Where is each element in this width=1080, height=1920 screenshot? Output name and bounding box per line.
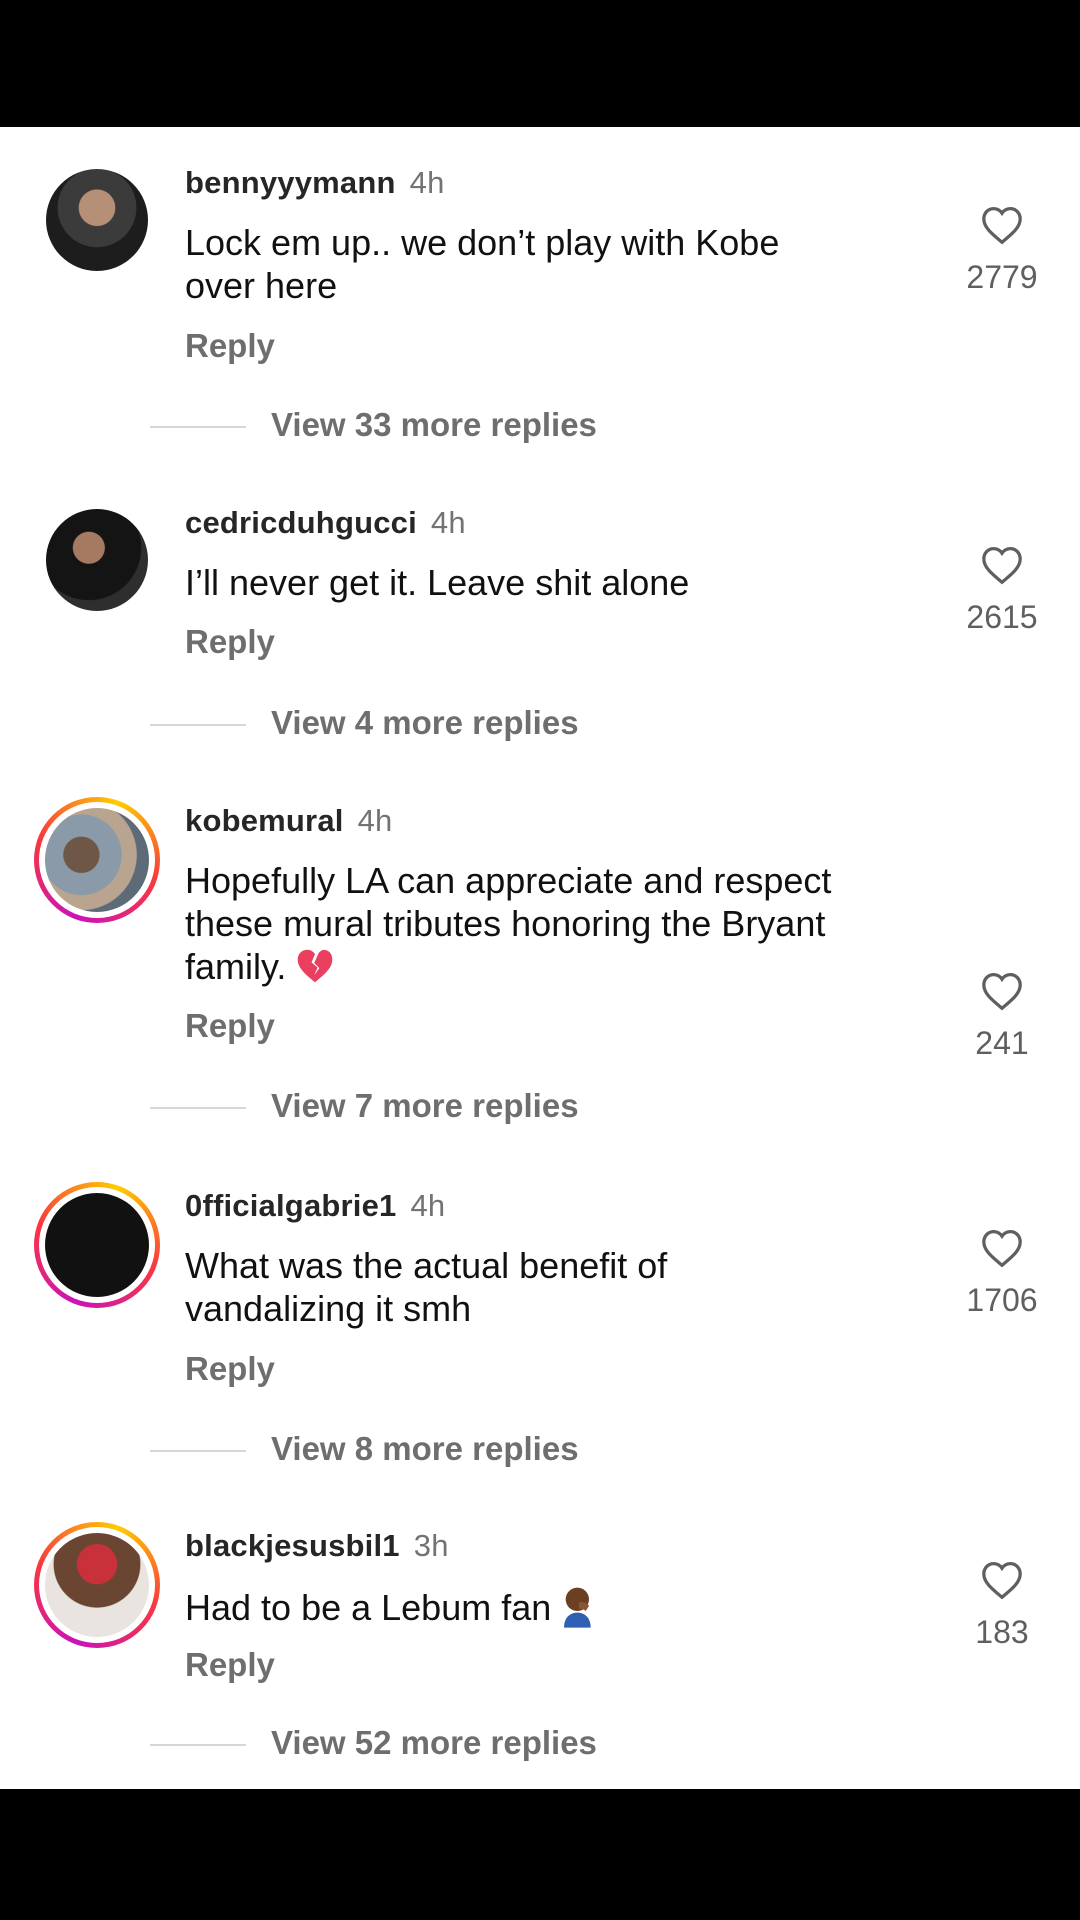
avatar-with-story-ring[interactable] (34, 1522, 160, 1648)
reply-button[interactable]: Reply (185, 623, 275, 661)
comment-text-line: What was the actual benefit of (185, 1245, 668, 1286)
divider (150, 1744, 246, 1746)
comment-time: 4h (430, 505, 466, 540)
comment-time: 4h (410, 1188, 446, 1223)
like-button[interactable]: 183 (950, 1560, 1054, 1651)
comment-text-line: over here (185, 265, 338, 306)
reply-button[interactable]: Reply (185, 327, 275, 365)
comment-text-line: family. (185, 946, 287, 987)
comment-text: Hopefully LA can appreciate and respect … (185, 859, 935, 993)
username[interactable]: kobemural (185, 803, 344, 838)
comment-text: Had to be a Lebum fan (185, 1584, 935, 1637)
comment-text-line-wrap: Had to be a Lebum fan (185, 1584, 935, 1637)
heart-outline-icon (982, 206, 1022, 245)
comment-username-line: bennyyymann 4h (185, 165, 445, 201)
avatar-image (46, 509, 148, 611)
divider (150, 1107, 246, 1109)
comment-text-line: these mural tributes honoring the Bryant (185, 903, 826, 944)
like-count: 2779 (966, 259, 1038, 295)
comments-list: bennyyymann 4h Lock em up.. we don’t play… (0, 127, 1080, 1789)
username[interactable]: bennyyymann (185, 165, 396, 200)
avatar[interactable] (46, 509, 148, 611)
avatar-image (45, 1193, 149, 1297)
username[interactable]: cedricduhgucci (185, 505, 417, 540)
username[interactable]: 0fficialgabrie1 (185, 1188, 396, 1223)
heart-outline-icon (982, 1561, 1022, 1600)
reply-button[interactable]: Reply (185, 1646, 275, 1684)
comment-username-line: cedricduhgucci 4h (185, 505, 466, 541)
comment-text-line: Hopefully LA can appreciate and respect (185, 860, 832, 901)
comment-text: Lock em up.. we don’t play with Kobe ove… (185, 221, 935, 307)
heart-outline-icon (982, 546, 1022, 585)
view-more-replies-label: View 8 more replies (271, 1430, 579, 1467)
comment-text-line-last: family. (185, 945, 935, 993)
like-button[interactable]: 2779 (950, 205, 1054, 296)
view-more-replies-label: View 4 more replies (271, 704, 579, 741)
person-facepalming-icon (559, 1584, 599, 1637)
view-more-replies-label: View 7 more replies (271, 1087, 579, 1124)
heart-outline-icon (982, 972, 1022, 1011)
like-button[interactable]: 241 (950, 971, 1054, 1062)
reply-button[interactable]: Reply (185, 1007, 275, 1045)
avatar-image (45, 1533, 149, 1637)
comment-username-line: kobemural 4h (185, 803, 392, 839)
heart-outline-icon (982, 1229, 1022, 1268)
divider (150, 426, 246, 428)
avatar-image (45, 808, 149, 912)
avatar[interactable] (46, 169, 148, 271)
comment-text-line: I’ll never get it. Leave shit alone (185, 562, 690, 603)
like-count: 183 (975, 1614, 1029, 1650)
like-button[interactable]: 2615 (950, 545, 1054, 636)
reply-button[interactable]: Reply (185, 1350, 275, 1388)
view-more-replies-label: View 52 more replies (271, 1724, 597, 1761)
comment-text-line: Lock em up.. we don’t play with Kobe (185, 222, 780, 263)
bottom-black-bar (0, 1789, 1080, 1920)
like-count: 241 (975, 1025, 1029, 1061)
like-count: 1706 (966, 1282, 1038, 1318)
avatar-image (46, 169, 148, 271)
comment-time: 3h (413, 1528, 449, 1563)
avatar-with-story-ring[interactable] (34, 797, 160, 923)
avatar-with-story-ring[interactable] (34, 1182, 160, 1308)
like-count: 2615 (966, 599, 1038, 635)
comment-time: 4h (409, 165, 445, 200)
comment-text-line: vandalizing it smh (185, 1288, 472, 1329)
comment-text: What was the actual benefit of vandalizi… (185, 1244, 935, 1330)
comment-username-line: 0fficialgabrie1 4h (185, 1188, 445, 1224)
comment-username-line: blackjesusbil1 3h (185, 1528, 449, 1564)
divider (150, 1450, 246, 1452)
top-black-bar (0, 0, 1080, 127)
comment-text: I’ll never get it. Leave shit alone (185, 561, 935, 604)
username[interactable]: blackjesusbil1 (185, 1528, 400, 1563)
comment-text-line: Had to be a Lebum fan (185, 1587, 552, 1629)
broken-heart-icon (294, 946, 336, 993)
view-more-replies-label: View 33 more replies (271, 406, 597, 443)
comment-time: 4h (357, 803, 393, 838)
divider (150, 724, 246, 726)
